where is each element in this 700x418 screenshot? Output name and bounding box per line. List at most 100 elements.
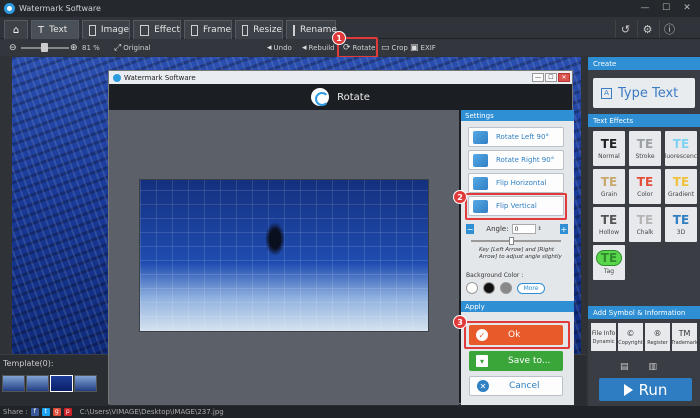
google-plus-icon[interactable]: g [52, 408, 61, 416]
angle-input[interactable]: 0 [511, 224, 536, 234]
more-colors-button[interactable]: More [517, 282, 545, 294]
text-effect-3d[interactable]: TE 3D [665, 207, 697, 242]
effect-preview-glyph: TE [600, 175, 618, 189]
undo-button[interactable]: ◂ Undo [267, 41, 292, 54]
reset-icon[interactable]: ↺ [615, 20, 635, 38]
rotate-left-label: Rotate Left 90° [496, 133, 549, 141]
crop-label: Crop [391, 43, 408, 52]
symbol-dynamic[interactable]: File Info Dynamic [591, 323, 616, 351]
color-white-swatch[interactable] [466, 282, 478, 294]
symbol-glyph: File Info [591, 329, 616, 337]
tab-image[interactable]: Image [82, 20, 130, 39]
effect-preview-glyph: TE [672, 213, 690, 227]
effect-preview-glyph: TE [600, 137, 618, 151]
rotate-right-label: Rotate Right 90° [496, 156, 555, 164]
text-effect-normal[interactable]: TE Normal [593, 131, 625, 166]
tab-frame[interactable]: Frame [184, 20, 232, 39]
save-settings-icon[interactable]: ▤ [620, 362, 629, 372]
frame-icon [191, 24, 198, 36]
facebook-icon[interactable]: f [30, 408, 39, 416]
effect-name: Grain [600, 191, 618, 198]
create-header: Create [588, 57, 700, 70]
zoom-in-icon[interactable]: ⊕ [70, 41, 80, 54]
text-effect-color[interactable]: TE Color [629, 169, 661, 204]
close-icon[interactable]: ✕ [678, 1, 696, 14]
crop-button[interactable]: ▭ Crop [381, 41, 408, 54]
color-black-swatch[interactable] [483, 282, 495, 294]
dialog-logo-icon [113, 73, 121, 82]
info-icon[interactable]: ⓘ [659, 20, 679, 38]
type-text-button[interactable]: A Type Text [593, 78, 695, 108]
symbol-trademark[interactable]: TM Trademark [671, 323, 698, 351]
angle-spinner-icon[interactable]: ⇕ [538, 226, 542, 232]
pinterest-icon[interactable]: p [63, 408, 72, 416]
effect-name: Gradient [667, 191, 695, 198]
background-color-label: Background Color : [466, 272, 524, 279]
angle-decrease-button[interactable]: − [466, 224, 475, 234]
image-icon [89, 24, 96, 36]
rotate-right-button[interactable]: Rotate Right 90° [468, 150, 564, 170]
angle-increase-button[interactable]: + [559, 224, 568, 234]
symbol-header: Add Symbol & Information [588, 306, 700, 319]
tab-label: Image [100, 25, 129, 35]
folder-icon[interactable]: ▥ [649, 362, 658, 372]
text-effect-chalk[interactable]: TE Chalk [629, 207, 661, 242]
zoom-out-icon[interactable]: ⊖ [9, 41, 19, 54]
symbol-name: Dynamic [592, 338, 615, 345]
dialog-close-icon[interactable]: ✕ [558, 73, 570, 82]
window-controls: — ☐ ✕ [636, 1, 696, 14]
zoom-slider-knob[interactable] [41, 43, 48, 52]
rotate-dialog: Watermark Software — ☐ ✕ Rotate Settings… [108, 70, 574, 405]
step-badge-2: 2 [453, 190, 467, 204]
template-thumbnail[interactable] [50, 375, 73, 392]
text-effect-hollow[interactable]: TE Hollow [593, 207, 625, 242]
angle-slider-knob[interactable] [509, 237, 514, 245]
text-effect-tag[interactable]: TE Tag [593, 245, 625, 280]
dialog-maximize-icon[interactable]: ☐ [545, 73, 557, 82]
rotate-left-icon [473, 130, 488, 144]
text-effect-fluorescence[interactable]: TE Fluorescence [661, 131, 700, 166]
symbol-copyright[interactable]: © Copyright [618, 323, 643, 351]
effect-icon [140, 24, 150, 36]
twitter-icon[interactable]: t [41, 408, 50, 416]
cancel-button[interactable]: ✕ Cancel [469, 376, 563, 396]
home-tab[interactable]: ⌂ [4, 20, 28, 39]
tab-label: Frame [202, 25, 231, 35]
text-effect-grain[interactable]: TE Grain [593, 169, 625, 204]
tab-effect[interactable]: Effect [133, 20, 181, 39]
home-icon: ⌂ [12, 24, 20, 36]
exif-button[interactable]: ▣ EXIF [410, 41, 436, 54]
run-button[interactable]: Run [599, 378, 692, 401]
text-effect-stroke[interactable]: TE Stroke [629, 131, 661, 166]
template-label: Template(0): [3, 359, 54, 368]
template-thumbnail[interactable] [74, 375, 97, 392]
effect-preview-glyph: TE [672, 137, 690, 151]
save-to-button[interactable]: ▾ Save to... [469, 351, 563, 371]
symbol-name: Trademark [671, 339, 698, 346]
effect-name: Chalk [636, 229, 654, 236]
exif-label: EXIF [420, 43, 436, 52]
effect-name: Tag [603, 268, 615, 275]
rebuild-button[interactable]: ◂ Rebuild [302, 41, 335, 54]
minimize-icon[interactable]: — [636, 1, 654, 14]
settings-header: Settings [461, 110, 574, 121]
effect-preview-glyph: TE [595, 250, 623, 266]
rebuild-icon: ◂ [302, 42, 307, 53]
rotate-left-button[interactable]: Rotate Left 90° [468, 127, 564, 147]
template-thumbnail[interactable] [2, 375, 25, 392]
share-label: Share : [3, 408, 28, 416]
maximize-icon[interactable]: ☐ [657, 1, 675, 14]
resize-icon [242, 24, 249, 36]
tab-resize[interactable]: Resize [235, 20, 283, 39]
dialog-minimize-icon[interactable]: — [532, 73, 544, 82]
text-effect-gradient[interactable]: TE Gradient [665, 169, 697, 204]
tab-rename[interactable]: Rename [286, 20, 337, 39]
flip-horizontal-button[interactable]: Flip Horizontal [468, 173, 564, 193]
original-size-button[interactable]: ⤢ Original [114, 41, 151, 54]
settings-gear-icon[interactable]: ⚙ [637, 20, 657, 38]
symbol-register[interactable]: ® Register [645, 323, 670, 351]
template-thumbnail[interactable] [26, 375, 49, 392]
angle-slider[interactable] [471, 237, 561, 245]
color-transparent-swatch[interactable] [500, 282, 512, 294]
tab-text[interactable]: T Text [31, 20, 79, 39]
